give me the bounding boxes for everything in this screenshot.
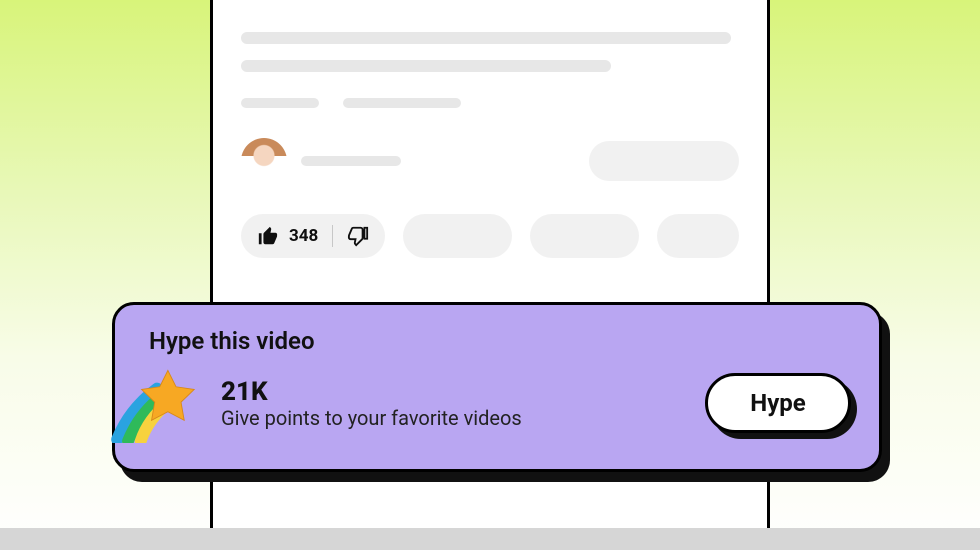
bottom-strip bbox=[0, 528, 980, 550]
video-meta-placeholder bbox=[343, 98, 461, 108]
subscribe-button-placeholder[interactable] bbox=[589, 141, 739, 181]
channel-avatar[interactable] bbox=[241, 138, 287, 184]
hype-card: Hype this video 21K Give points to your … bbox=[112, 302, 882, 472]
channel-name-placeholder bbox=[301, 156, 401, 166]
thumbs-down-icon[interactable] bbox=[347, 225, 369, 247]
action-button-placeholder[interactable] bbox=[657, 214, 739, 258]
action-button-placeholder[interactable] bbox=[530, 214, 639, 258]
action-button-placeholder[interactable] bbox=[403, 214, 512, 258]
video-title-placeholder bbox=[241, 32, 731, 44]
hype-button[interactable]: Hype bbox=[705, 373, 851, 433]
like-count: 348 bbox=[289, 226, 318, 246]
video-title-placeholder bbox=[241, 60, 611, 72]
shooting-star-icon bbox=[111, 365, 203, 443]
divider bbox=[332, 225, 333, 247]
channel-row bbox=[241, 138, 739, 184]
hype-title: Hype this video bbox=[149, 327, 851, 355]
video-meta-row bbox=[241, 98, 739, 108]
like-dislike-group: 348 bbox=[241, 214, 385, 258]
hype-button-label: Hype bbox=[750, 389, 806, 417]
thumbs-up-icon[interactable] bbox=[257, 225, 279, 247]
action-row: 348 bbox=[241, 214, 739, 258]
video-meta-placeholder bbox=[241, 98, 319, 108]
